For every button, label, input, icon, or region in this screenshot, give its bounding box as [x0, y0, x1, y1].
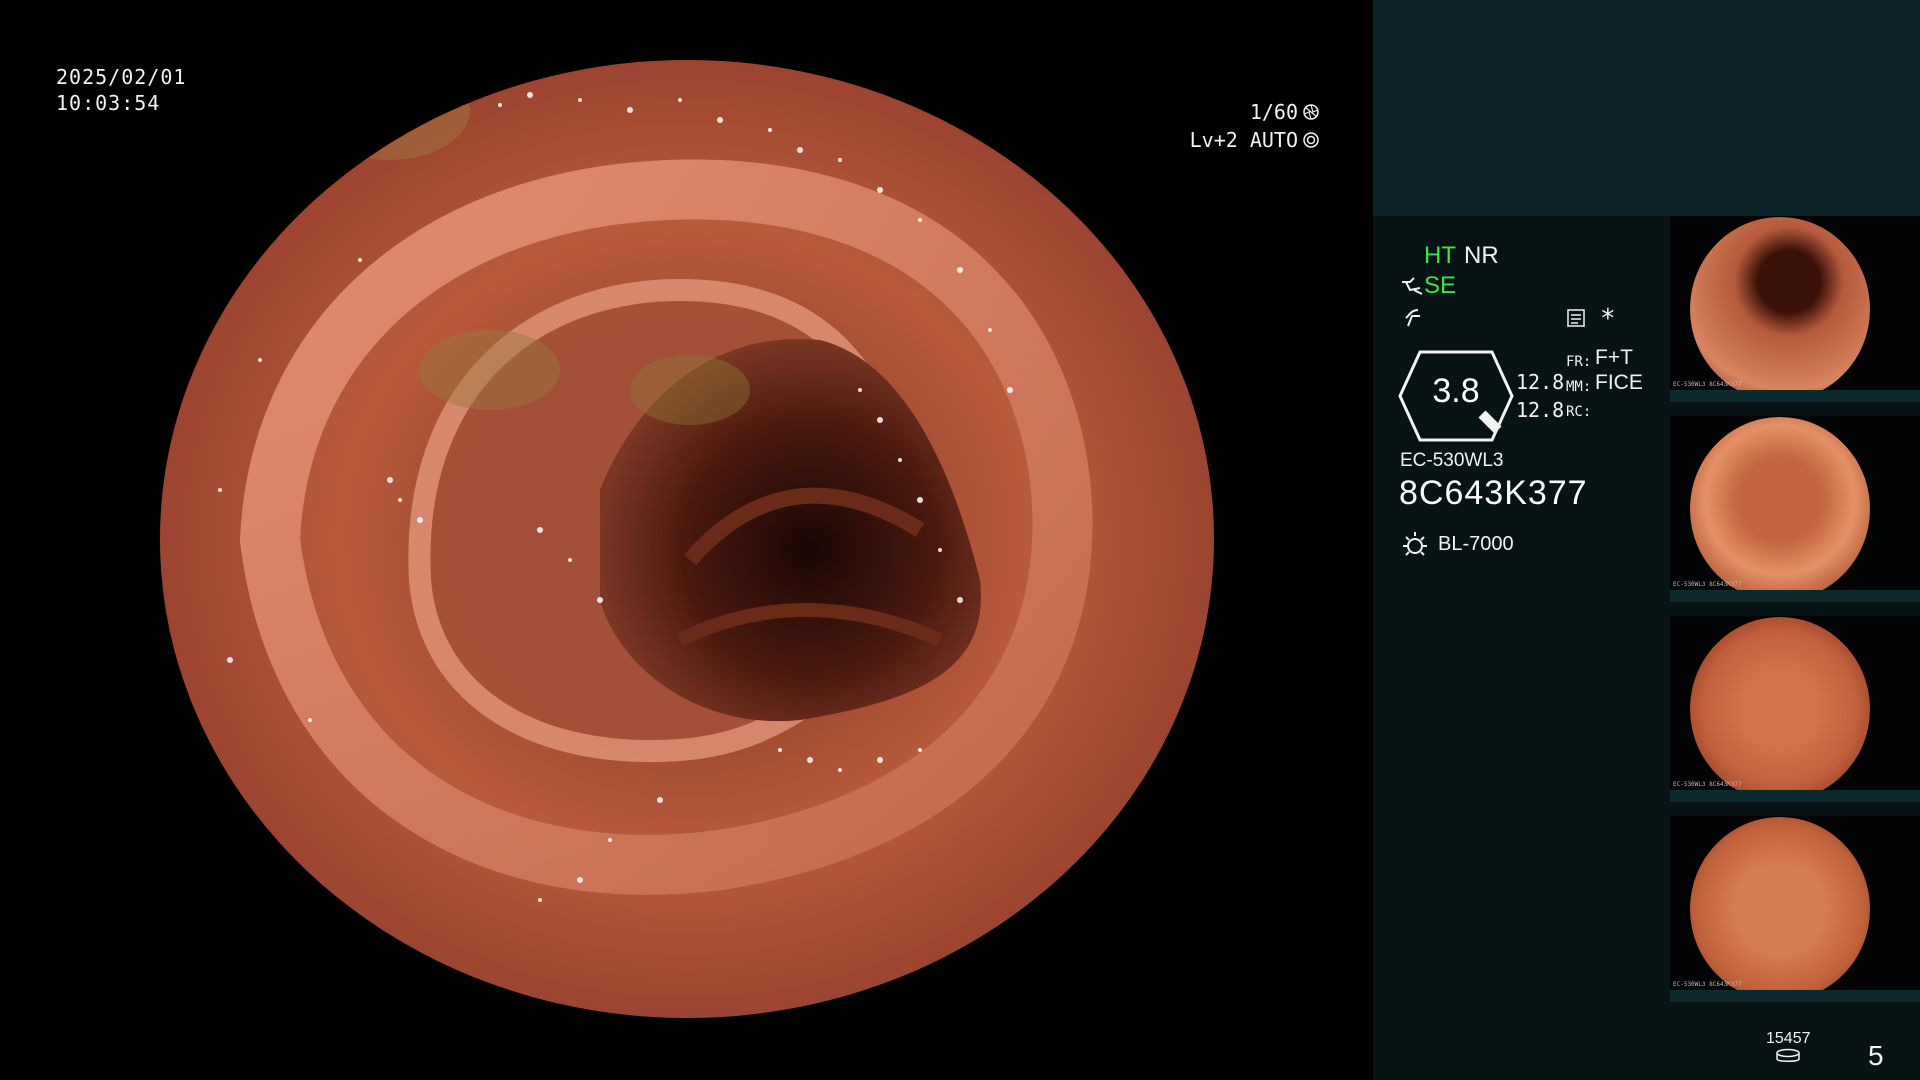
- param-labels: FR: MM: RC:: [1566, 350, 1591, 425]
- structure-enhance-icon: [1402, 277, 1423, 295]
- shutter-speed: 1/60: [1249, 100, 1298, 124]
- exposure-readout: 1/60 Lv+2 AUTO: [1160, 98, 1320, 154]
- mm-value: FICE: [1595, 371, 1643, 394]
- endoscopic-view: [160, 60, 1214, 1018]
- thumbnail-label: EC-530WL3 8C643K377: [1673, 981, 1742, 988]
- rc-label: RC:: [1566, 404, 1592, 420]
- time-text: 10:03:54: [56, 91, 161, 115]
- memo-icon: [1567, 309, 1585, 327]
- brightness-level: Lv+2 AUTO: [1189, 128, 1298, 152]
- thumbnail-4[interactable]: EC-530WL3 8C643K377: [1670, 816, 1920, 1002]
- mm-label: MM:: [1566, 379, 1592, 395]
- ht-indicator: HT: [1424, 242, 1456, 269]
- thumbnail-3[interactable]: EC-530WL3 8C643K377: [1670, 616, 1920, 802]
- storage-icon: [1776, 1048, 1800, 1062]
- date-text: 2025/02/01: [56, 65, 187, 89]
- scope-serial: 8C643K377: [1399, 474, 1588, 512]
- iris-icon: [1303, 132, 1319, 148]
- info-panel-header: [1373, 0, 1920, 216]
- zoom-sub-value-1: 12.8: [1516, 370, 1565, 394]
- light-source-label: BL-7000: [1438, 533, 1514, 555]
- asterisk-marker: *: [1600, 304, 1616, 334]
- color-tone-icon: [1405, 309, 1420, 327]
- thumbnail-1[interactable]: EC-530WL3 8C643K377: [1670, 216, 1920, 402]
- shutter-icon: [1303, 104, 1319, 120]
- image-count: 15457: [1766, 1030, 1811, 1047]
- datetime-overlay: 2025/02/01 10:03:54: [56, 64, 186, 116]
- light-source-icon: [1403, 532, 1427, 556]
- zoom-sub-value-2: 12.8: [1516, 398, 1565, 422]
- thumbnail-label: EC-530WL3 8C643K377: [1673, 781, 1742, 788]
- thumbnail-2[interactable]: EC-530WL3 8C643K377: [1670, 416, 1920, 602]
- fr-label: FR:: [1566, 354, 1592, 370]
- thumbnail-strip: EC-530WL3 8C643K377 EC-530WL3 8C643K377 …: [1670, 216, 1920, 1016]
- zoom-value: 3.8: [1432, 372, 1480, 410]
- page-number: 5: [1868, 1040, 1884, 1071]
- scope-model: EC-530WL3: [1400, 450, 1504, 471]
- se-indicator: SE: [1424, 272, 1457, 299]
- nr-indicator: NR: [1464, 242, 1499, 269]
- param-values: F+T FICE: [1595, 345, 1643, 395]
- fr-value: F+T: [1595, 346, 1633, 369]
- thumbnail-label: EC-530WL3 8C643K377: [1673, 381, 1742, 388]
- thumbnail-label: EC-530WL3 8C643K377: [1673, 581, 1742, 588]
